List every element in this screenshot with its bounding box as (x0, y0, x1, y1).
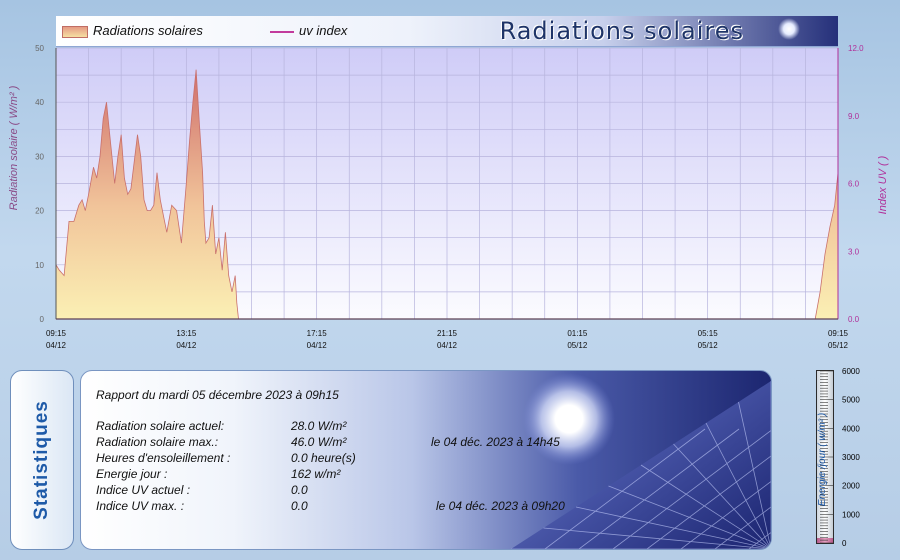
y2-tick-label: 0.0 (848, 315, 860, 324)
statistics-tab: Statistiques (10, 370, 74, 550)
x-tick-date-label: 04/12 (176, 341, 197, 350)
stat-value: 0.0 (291, 499, 308, 513)
chart-legend-banner: Radiations solaires uv index Radiations … (56, 16, 838, 47)
legend-label-radiation: Radiations solaires (93, 23, 203, 38)
x-tick-date-label: 05/12 (567, 341, 588, 350)
y-tick-label: 40 (35, 98, 44, 107)
stat-label: Energie jour : (96, 467, 168, 481)
x-tick-date-label: 05/12 (698, 341, 719, 350)
stat-value: 162 w/m² (291, 467, 341, 481)
legend-swatch-uv (270, 31, 294, 33)
gauge-tick-label: 4000 (842, 424, 860, 433)
gauge-tick-label: 3000 (842, 453, 860, 462)
y2-tick-label: 3.0 (848, 247, 860, 256)
x-tick-date-label: 04/12 (46, 341, 67, 350)
y-tick-label: 10 (35, 261, 44, 270)
stat-extra: le 04 déc. 2023 à 09h20 (436, 499, 565, 513)
y-tick-label: 0 (40, 315, 45, 324)
statistics-panel: Rapport du mardi 05 décembre 2023 à 09h1… (80, 370, 772, 550)
x-tick-time-label: 17:15 (307, 329, 328, 338)
statistics-tab-label: Statistiques (31, 400, 52, 520)
gauge-tick-label: 0 (842, 539, 847, 548)
y-axis-label: Radiation solaire ( W/m² ) (8, 85, 20, 210)
sun-icon (523, 373, 615, 465)
gauge-tick-label: 6000 (842, 368, 860, 376)
report-title: Rapport du mardi 05 décembre 2023 à 09h1… (96, 388, 339, 402)
gauge-tick-label: 1000 (842, 510, 860, 519)
y2-tick-label: 9.0 (848, 112, 860, 121)
x-tick-time-label: 09:15 (46, 329, 67, 338)
stat-value: 46.0 W/m² (291, 435, 347, 449)
stat-label: Radiation solaire actuel: (96, 419, 225, 433)
y-tick-label: 20 (35, 207, 44, 216)
x-tick-time-label: 01:15 (567, 329, 588, 338)
stat-label: Indice UV max. : (96, 499, 185, 513)
y-tick-label: 30 (35, 152, 44, 161)
x-tick-time-label: 05:15 (698, 329, 719, 338)
stat-value: 0.0 (291, 483, 308, 497)
stat-label: Heures d'ensoleillement : (96, 451, 231, 465)
stat-label: Indice UV actuel : (96, 483, 191, 497)
stat-value: 0.0 heure(s) (291, 451, 356, 465)
legend-swatch-radiation (62, 26, 88, 38)
x-tick-date-label: 04/12 (307, 341, 328, 350)
y-tick-label: 50 (35, 44, 44, 53)
sun-icon (778, 18, 800, 40)
y2-tick-label: 12.0 (848, 44, 864, 53)
stat-extra: le 04 déc. 2023 à 14h45 (431, 435, 560, 449)
gauge-tick-label: 5000 (842, 396, 860, 405)
y2-axis-label: Index UV ( ) (877, 155, 889, 214)
energy-gauge: 6000 5000 4000 3000 2000 1000 0 Energie /jour … (790, 368, 890, 550)
gauge-scale: 6000 5000 4000 3000 2000 1000 0 (820, 368, 860, 548)
stat-label: Radiation solaire max.: (96, 435, 219, 449)
x-tick-time-label: 21:15 (437, 329, 458, 338)
x-tick-time-label: 13:15 (176, 329, 197, 338)
x-tick-date-label: 05/12 (828, 341, 849, 350)
x-tick-time-label: 09:15 (828, 329, 849, 338)
y2-tick-label: 6.0 (848, 180, 860, 189)
x-tick-date-label: 04/12 (437, 341, 458, 350)
legend-label-uv: uv index (299, 23, 348, 38)
chart-title: Radiations solaires (499, 17, 744, 45)
gauge-tick-label: 2000 (842, 482, 860, 491)
stat-value: 28.0 W/m² (291, 419, 347, 433)
gauge-label: Energie /jour ( w/m² ) (817, 412, 829, 507)
